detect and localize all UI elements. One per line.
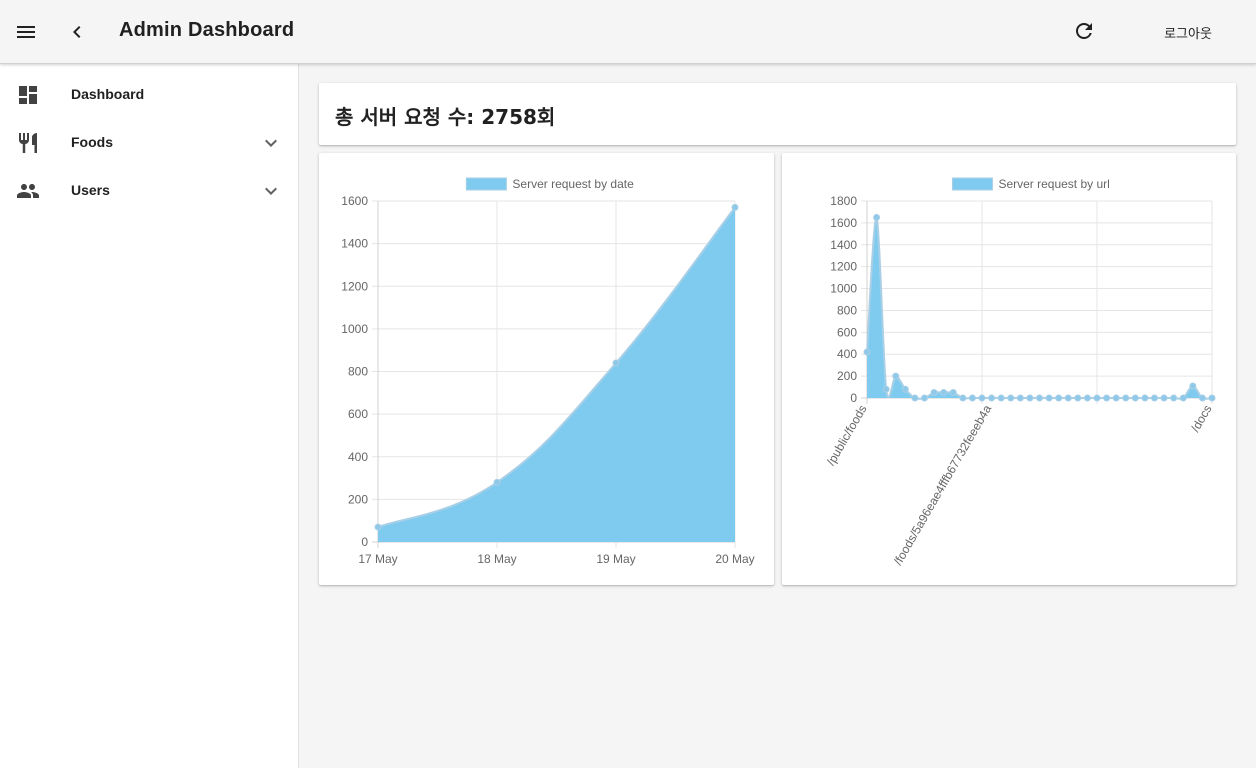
data-point bbox=[921, 394, 928, 402]
x-tick-label: 19 May bbox=[596, 552, 635, 566]
data-point bbox=[1045, 394, 1053, 402]
data-point bbox=[1208, 394, 1216, 402]
total-requests-card: 총 서버 요청 수: 2758회 bbox=[319, 83, 1236, 145]
y-tick-label: 1000 bbox=[830, 282, 857, 296]
data-point bbox=[988, 394, 996, 402]
y-tick-label: 0 bbox=[361, 535, 368, 549]
total-requests-title: 총 서버 요청 수: 2758회 bbox=[335, 105, 556, 129]
chevron-down-icon[interactable] bbox=[259, 179, 283, 203]
y-tick-label: 400 bbox=[837, 347, 857, 361]
y-tick-label: 800 bbox=[837, 303, 857, 317]
back-chevron-icon bbox=[73, 26, 81, 38]
data-point bbox=[1074, 394, 1082, 402]
data-point bbox=[1112, 394, 1120, 402]
sidebar-item-label: Dashboard bbox=[71, 86, 145, 102]
menu-icon bbox=[17, 26, 35, 38]
logout-button[interactable]: 로그아웃 bbox=[1148, 16, 1228, 48]
data-point bbox=[1093, 394, 1101, 402]
data-point bbox=[1189, 382, 1197, 390]
data-point bbox=[1055, 394, 1063, 402]
data-point bbox=[892, 372, 900, 380]
y-tick-label: 1600 bbox=[341, 194, 368, 208]
data-point bbox=[1064, 394, 1072, 402]
data-point bbox=[1179, 394, 1187, 402]
data-point bbox=[930, 389, 938, 397]
url-chart: Server request by url0200400600800100012… bbox=[824, 177, 1216, 567]
back-button[interactable] bbox=[62, 16, 92, 48]
legend-label: Server request by date bbox=[512, 177, 634, 191]
data-point bbox=[1026, 394, 1034, 402]
y-tick-label: 800 bbox=[348, 365, 368, 379]
legend-swatch bbox=[951, 177, 993, 191]
data-area bbox=[378, 207, 735, 543]
main-content: 총 서버 요청 수: 2758회 Server request by date 0… bbox=[299, 64, 1256, 768]
data-point bbox=[1007, 394, 1015, 402]
data-point bbox=[968, 394, 976, 402]
refresh-button[interactable] bbox=[1068, 15, 1100, 47]
y-tick-label: 600 bbox=[348, 407, 368, 421]
data-point bbox=[1151, 394, 1158, 402]
people-icon bbox=[17, 184, 39, 198]
sidebar-item-foods[interactable]: Foods bbox=[0, 119, 298, 167]
dashboard-icon bbox=[19, 86, 37, 104]
y-tick-label: 600 bbox=[837, 325, 857, 339]
y-tick-label: 1400 bbox=[830, 238, 857, 252]
data-point bbox=[882, 385, 890, 393]
x-tick-label: /foods/5a96eae4fffb67732feeeb4a bbox=[891, 402, 994, 567]
data-point bbox=[1170, 394, 1178, 402]
y-tick-label: 1200 bbox=[830, 260, 857, 274]
data-point bbox=[1103, 394, 1111, 402]
data-point bbox=[873, 213, 881, 221]
data-point bbox=[493, 478, 501, 486]
app-bar: Admin Dashboard 로그아웃 bbox=[0, 0, 1256, 64]
x-tick-label: /public/foods bbox=[824, 403, 870, 468]
data-point bbox=[1141, 394, 1149, 402]
legend-label: Server request by url bbox=[998, 177, 1109, 191]
data-point bbox=[1016, 394, 1024, 402]
data-point bbox=[731, 203, 739, 211]
chevron-down-icon[interactable] bbox=[259, 131, 283, 155]
url-chart-card: Server request by url 0 200 400 600 800 1000 12… bbox=[782, 153, 1236, 585]
data-point bbox=[959, 394, 967, 402]
data-point bbox=[978, 394, 986, 402]
data-point bbox=[940, 389, 948, 397]
legend-swatch bbox=[465, 177, 507, 191]
sidebar: Dashboard Foods Users bbox=[0, 64, 299, 768]
data-point bbox=[1083, 394, 1091, 402]
y-tick-label: 200 bbox=[348, 492, 368, 506]
data-point bbox=[1198, 394, 1206, 402]
y-tick-label: 200 bbox=[837, 369, 857, 383]
y-tick-label: 1800 bbox=[830, 194, 857, 208]
data-point bbox=[1160, 394, 1168, 402]
menu-button[interactable] bbox=[10, 16, 42, 48]
sidebar-item-users[interactable]: Users bbox=[0, 167, 298, 215]
date-chart: Server request by date 0 200 400 600 800 1000 1… bbox=[341, 177, 754, 566]
sidebar-item-label: Foods bbox=[71, 134, 113, 150]
data-point bbox=[901, 385, 909, 393]
x-tick-label: /docs bbox=[1188, 403, 1214, 435]
data-point bbox=[1131, 394, 1139, 402]
data-point bbox=[997, 394, 1005, 402]
y-tick-label: 1600 bbox=[830, 216, 857, 230]
data-point bbox=[911, 394, 919, 402]
x-tick-label: 18 May bbox=[477, 552, 516, 566]
y-tick-label: 1000 bbox=[341, 322, 368, 336]
y-tick-label: 400 bbox=[348, 450, 368, 464]
x-tick-label: 20 May bbox=[715, 552, 754, 566]
data-point bbox=[863, 348, 871, 356]
data-point bbox=[374, 523, 382, 531]
sidebar-item-dashboard[interactable]: Dashboard bbox=[0, 71, 298, 119]
y-tick-label: 1200 bbox=[341, 279, 368, 293]
data-point bbox=[612, 359, 620, 367]
restaurant-icon bbox=[19, 133, 37, 153]
sidebar-item-label: Users bbox=[71, 182, 110, 198]
data-point bbox=[1122, 394, 1130, 402]
refresh-icon bbox=[1076, 23, 1092, 39]
data-point bbox=[1036, 394, 1043, 402]
app-title: Admin Dashboard bbox=[119, 19, 295, 41]
data-point bbox=[949, 389, 957, 397]
x-tick-label: 17 May bbox=[358, 552, 397, 566]
y-tick-label: 1400 bbox=[341, 237, 368, 251]
date-chart-card: Server request by date 0 200 400 600 800 1000 1… bbox=[319, 153, 774, 585]
